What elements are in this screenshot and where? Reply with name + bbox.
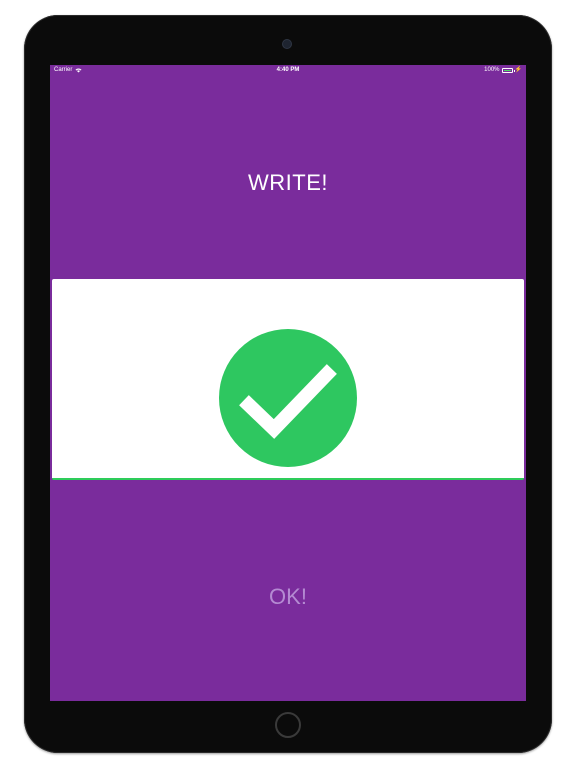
- app-screen: Carrier 4:40 PM 100% ⚡ WRITE! OK!: [50, 65, 526, 701]
- checkmark-icon: [239, 364, 337, 439]
- result-card: [52, 279, 524, 480]
- home-button[interactable]: [275, 712, 301, 738]
- camera-icon: [283, 40, 291, 48]
- ok-button[interactable]: OK!: [238, 580, 338, 614]
- tablet-frame: Carrier 4:40 PM 100% ⚡ WRITE! OK!: [24, 15, 552, 753]
- battery-level-fill: [503, 69, 511, 71]
- battery-icon: [501, 67, 515, 73]
- status-time: 4:40 PM: [276, 67, 300, 73]
- charging-bolt-icon: ⚡: [514, 67, 522, 73]
- prompt-title: WRITE!: [248, 170, 328, 195]
- status-bar: Carrier 4:40 PM 100% ⚡: [50, 65, 526, 75]
- battery-percent: 100%: [484, 67, 500, 73]
- battery-tip: [513, 69, 515, 72]
- status-right: 100% ⚡: [484, 67, 522, 73]
- checkmark-circle-icon: [219, 329, 357, 467]
